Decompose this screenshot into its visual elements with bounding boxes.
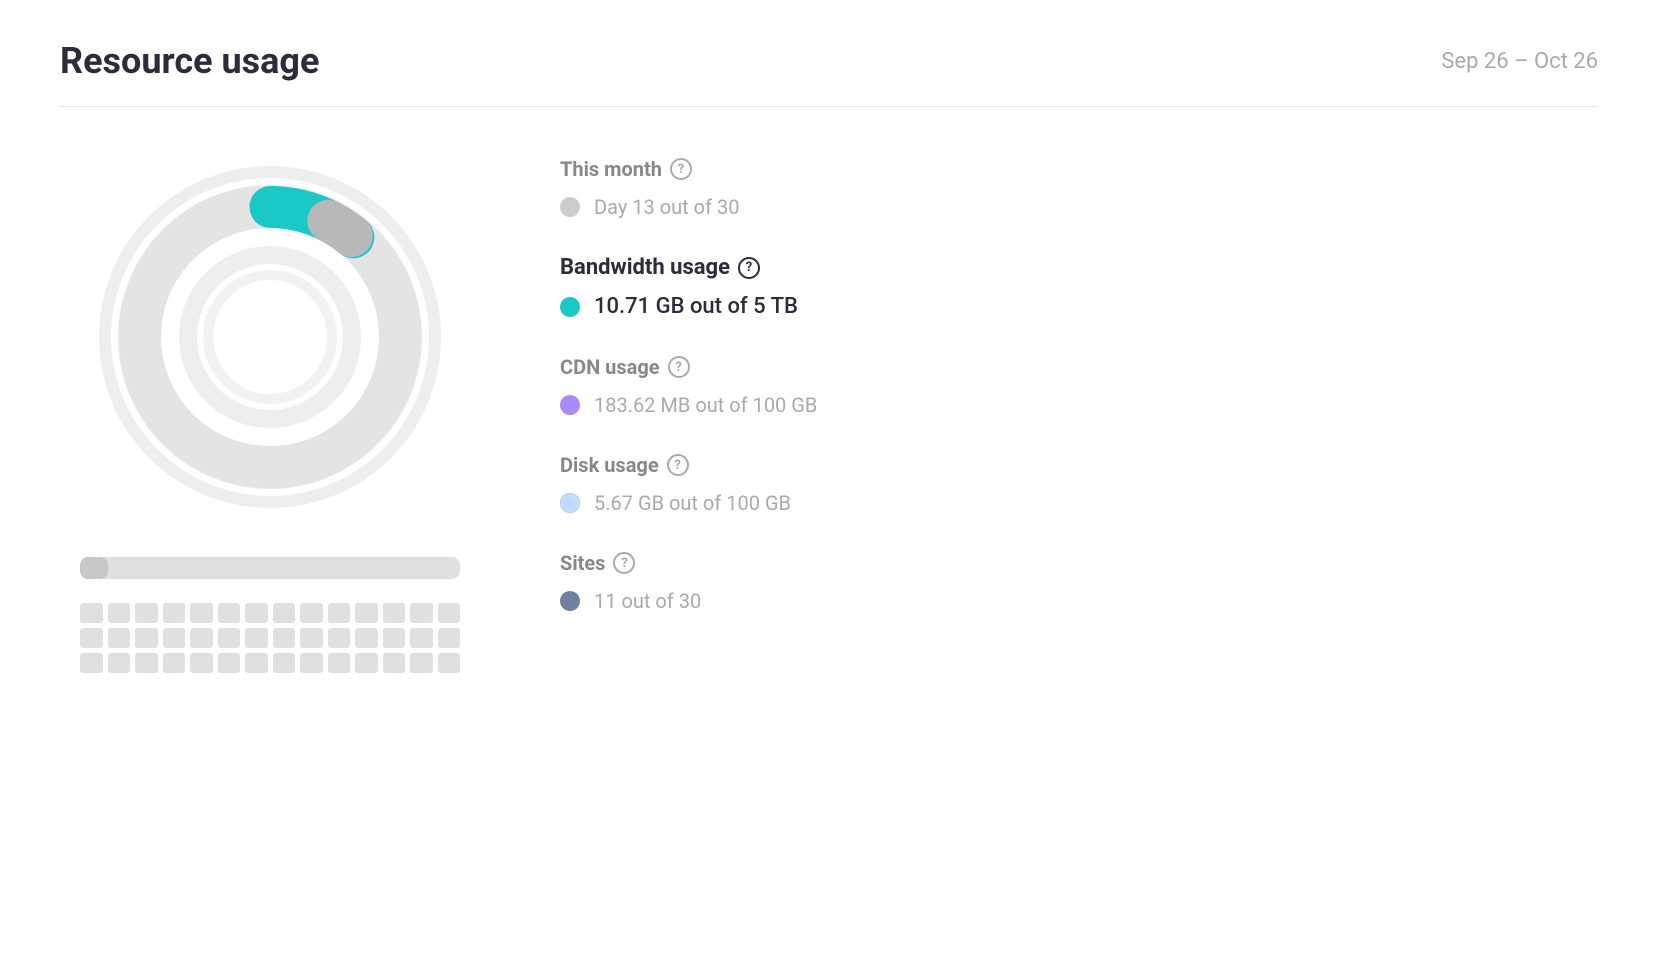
this-month-label: This month ? xyxy=(560,157,1598,181)
skeleton-cell xyxy=(328,628,351,648)
disk-value-text: 5.67 GB out of 100 GB xyxy=(594,491,791,515)
progress-bar-thumb xyxy=(80,557,108,579)
sites-value: 11 out of 30 xyxy=(560,589,1598,613)
this-month-value-text: Day 13 out of 30 xyxy=(594,195,739,219)
donut-svg xyxy=(80,147,460,527)
this-month-value: Day 13 out of 30 xyxy=(560,195,1598,219)
skeleton-cell xyxy=(80,653,103,673)
skeleton-cell xyxy=(135,603,158,623)
skeleton-cell xyxy=(410,653,433,673)
skeleton-cell xyxy=(410,603,433,623)
disk-dot xyxy=(560,493,580,513)
progress-bar-track xyxy=(80,557,460,579)
page-container: Resource usage Sep 26 – Oct 26 xyxy=(0,0,1658,713)
chart-area xyxy=(60,147,480,673)
progress-bar-container xyxy=(80,557,460,579)
bandwidth-help-icon[interactable]: ? xyxy=(738,257,760,279)
skeleton-grid xyxy=(80,603,460,673)
this-month-label-text: This month xyxy=(560,157,662,181)
skeleton-cell xyxy=(245,603,268,623)
page-title: Resource usage xyxy=(60,40,319,82)
disk-value: 5.67 GB out of 100 GB xyxy=(560,491,1598,515)
skeleton-cell xyxy=(383,628,406,648)
skeleton-cell xyxy=(80,628,103,648)
stats-area: This month ? Day 13 out of 30 Bandwidth … xyxy=(560,147,1598,649)
disk-section: Disk usage ? 5.67 GB out of 100 GB xyxy=(560,453,1598,515)
skeleton-cell xyxy=(273,653,296,673)
progress-bar-fill xyxy=(80,557,460,579)
cdn-value: 183.62 MB out of 100 GB xyxy=(560,393,1598,417)
cdn-help-icon[interactable]: ? xyxy=(668,356,690,378)
donut-chart xyxy=(80,147,460,527)
this-month-help-icon[interactable]: ? xyxy=(670,158,692,180)
date-range: Sep 26 – Oct 26 xyxy=(1441,49,1598,74)
page-header: Resource usage Sep 26 – Oct 26 xyxy=(60,40,1598,107)
skeleton-cell xyxy=(218,628,241,648)
sites-label: Sites ? xyxy=(560,551,1598,575)
skeleton-cell xyxy=(135,628,158,648)
skeleton-cell xyxy=(438,653,461,673)
skeleton-cell xyxy=(328,603,351,623)
skeleton-cell xyxy=(108,628,131,648)
sites-value-text: 11 out of 30 xyxy=(594,589,701,613)
this-month-section: This month ? Day 13 out of 30 xyxy=(560,157,1598,219)
skeleton-cell xyxy=(328,653,351,673)
skeleton-cell xyxy=(438,628,461,648)
skeleton-cell xyxy=(410,628,433,648)
skeleton-cell xyxy=(135,653,158,673)
skeleton-cell xyxy=(355,603,378,623)
cdn-section: CDN usage ? 183.62 MB out of 100 GB xyxy=(560,355,1598,417)
sites-help-icon[interactable]: ? xyxy=(613,552,635,574)
cdn-dot xyxy=(560,395,580,415)
skeleton-cell xyxy=(80,603,103,623)
bandwidth-label-text: Bandwidth usage xyxy=(560,255,730,280)
cdn-label-text: CDN usage xyxy=(560,355,660,379)
skeleton-cell xyxy=(438,603,461,623)
content-area: This month ? Day 13 out of 30 Bandwidth … xyxy=(60,147,1598,673)
bandwidth-section: Bandwidth usage ? 10.71 GB out of 5 TB xyxy=(560,255,1598,319)
skeleton-cell xyxy=(163,628,186,648)
sites-section: Sites ? 11 out of 30 xyxy=(560,551,1598,613)
bandwidth-label: Bandwidth usage ? xyxy=(560,255,1598,280)
skeleton-cell xyxy=(383,653,406,673)
bandwidth-value-text: 10.71 GB out of 5 TB xyxy=(594,294,798,319)
skeleton-cell xyxy=(245,628,268,648)
sites-dot xyxy=(560,591,580,611)
bandwidth-dot xyxy=(560,297,580,317)
cdn-value-text: 183.62 MB out of 100 GB xyxy=(594,393,817,417)
disk-help-icon[interactable]: ? xyxy=(667,454,689,476)
skeleton-cell xyxy=(163,603,186,623)
skeleton-cell xyxy=(218,603,241,623)
skeleton-cell xyxy=(355,653,378,673)
skeleton-cell xyxy=(190,603,213,623)
disk-label-text: Disk usage xyxy=(560,453,659,477)
cdn-label: CDN usage ? xyxy=(560,355,1598,379)
skeleton-cell xyxy=(300,653,323,673)
skeleton-cell xyxy=(355,628,378,648)
skeleton-cell xyxy=(300,628,323,648)
skeleton-cell xyxy=(163,653,186,673)
skeleton-cell xyxy=(218,653,241,673)
skeleton-cell xyxy=(245,653,268,673)
sites-label-text: Sites xyxy=(560,551,605,575)
skeleton-cell xyxy=(108,603,131,623)
skeleton-cell xyxy=(273,603,296,623)
bandwidth-value: 10.71 GB out of 5 TB xyxy=(560,294,1598,319)
skeleton-cell xyxy=(190,628,213,648)
skeleton-cell xyxy=(383,603,406,623)
skeleton-cell xyxy=(273,628,296,648)
skeleton-cell xyxy=(190,653,213,673)
skeleton-cell xyxy=(300,603,323,623)
disk-label: Disk usage ? xyxy=(560,453,1598,477)
this-month-dot xyxy=(560,197,580,217)
skeleton-cell xyxy=(108,653,131,673)
